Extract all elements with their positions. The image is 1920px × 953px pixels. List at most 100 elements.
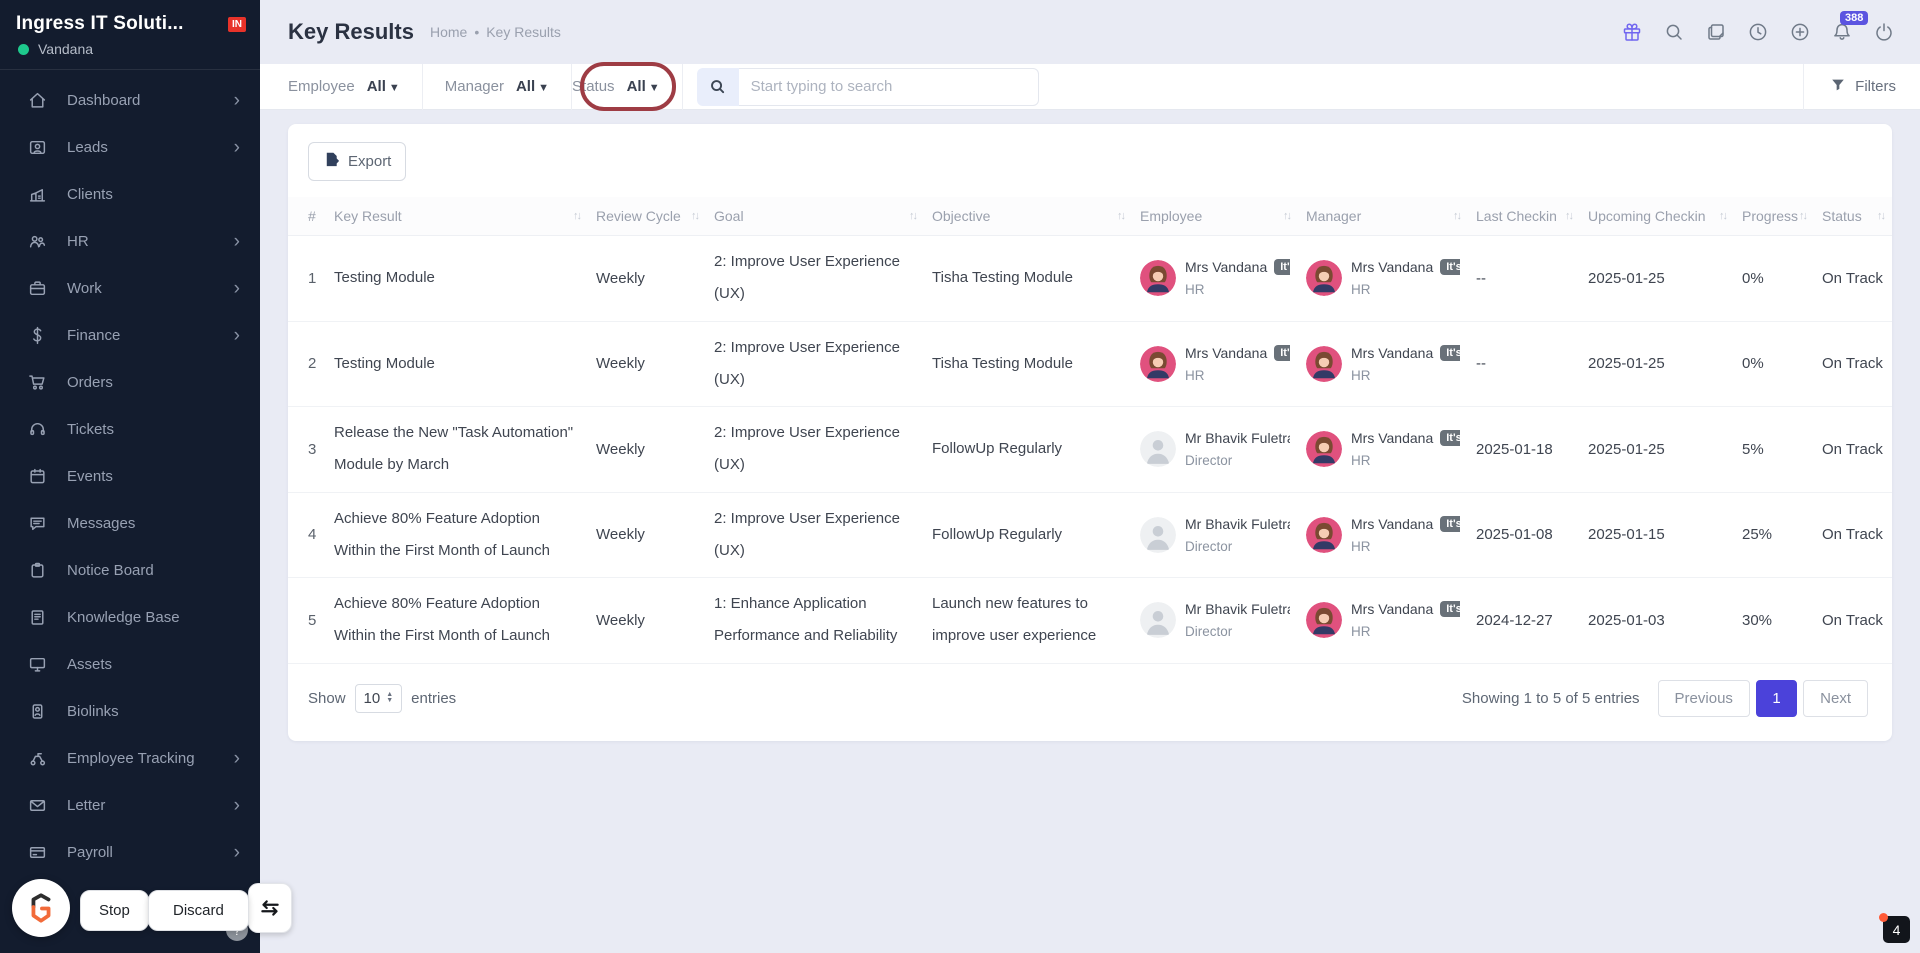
funnel-icon xyxy=(1830,77,1846,97)
clock-icon[interactable] xyxy=(1746,20,1770,44)
sidebar-item-knowledge-base[interactable]: Knowledge Base xyxy=(0,594,260,641)
sidebar-item-biolinks[interactable]: Biolinks xyxy=(0,688,260,735)
sort-icon[interactable]: ↑↓ xyxy=(909,210,916,222)
last-checkin-cell: 2025-01-08 xyxy=(1468,492,1580,578)
table-row[interactable]: 5 Achieve 80% Feature Adoption Within th… xyxy=(288,578,1892,664)
objective-cell: Tisha Testing Module xyxy=(924,236,1132,322)
employee-cell: Mrs VandanaIt's youHR xyxy=(1132,321,1298,407)
goal-cell: 2: Improve User Experience (UX) xyxy=(706,492,924,578)
employee-cell: Mr Bhavik FuletraDirector xyxy=(1132,407,1298,493)
search-bar xyxy=(697,68,1039,106)
col-progress: Progress↑↓ xyxy=(1734,197,1814,236)
sidebar-item-events[interactable]: Events xyxy=(0,453,260,500)
sort-icon[interactable]: ↑↓ xyxy=(1453,210,1460,222)
caret-down-icon: ▼ xyxy=(538,82,549,94)
table-row[interactable]: 3 Release the New "Task Automation" Modu… xyxy=(288,407,1892,493)
manager-cell: Mrs VandanaIt's youHR xyxy=(1298,492,1468,578)
page-size-select[interactable]: 10 ▲▼ xyxy=(355,684,403,713)
power-icon[interactable] xyxy=(1872,20,1896,44)
chevron-right-icon: › xyxy=(234,843,240,862)
sort-icon[interactable]: ↑↓ xyxy=(1877,210,1884,222)
sidebar-item-finance[interactable]: Finance › xyxy=(0,312,260,359)
sort-icon[interactable]: ↑↓ xyxy=(1799,210,1806,222)
next-page-button[interactable]: Next xyxy=(1803,680,1868,717)
person-role: HR xyxy=(1351,282,1460,297)
sidebar-item-messages[interactable]: Messages xyxy=(0,500,260,547)
objective-cell: Tisha Testing Module xyxy=(924,321,1132,407)
employee-filter-dropdown[interactable]: All▼ xyxy=(367,78,400,95)
sort-icon[interactable]: ↑↓ xyxy=(573,210,580,222)
sidebar-item-label: Notice Board xyxy=(67,562,154,579)
col-review-cycle: Review Cycle↑↓ xyxy=(588,197,706,236)
col-upcoming-checkin: Upcoming Checkin↑↓ xyxy=(1580,197,1734,236)
sidebar-item-letter[interactable]: Letter › xyxy=(0,782,260,829)
events-icon xyxy=(27,467,47,487)
key-results-table: # Key Result↑↓ Review Cycle↑↓ Goal↑↓ Obj… xyxy=(288,197,1892,664)
chevron-right-icon: › xyxy=(234,138,240,157)
sidebar-item-orders[interactable]: Orders xyxy=(0,359,260,406)
corner-count-badge[interactable]: 4 xyxy=(1883,916,1910,943)
sidebar-item-tickets[interactable]: Tickets xyxy=(0,406,260,453)
sort-icon[interactable]: ↑↓ xyxy=(1117,210,1124,222)
add-icon[interactable] xyxy=(1788,20,1812,44)
user-name: Vandana xyxy=(38,41,93,57)
page-title: Key Results xyxy=(288,19,414,45)
its-you-badge: It's you xyxy=(1274,345,1290,361)
gift-icon[interactable] xyxy=(1620,20,1644,44)
search-input[interactable] xyxy=(739,68,1039,106)
person-role: HR xyxy=(1351,539,1460,554)
manager-filter-dropdown[interactable]: All▼ xyxy=(516,78,549,95)
notes-icon[interactable] xyxy=(1704,20,1728,44)
recorder-logo[interactable] xyxy=(12,879,70,937)
sidebar-item-hr[interactable]: HR › xyxy=(0,218,260,265)
breadcrumb-home[interactable]: Home xyxy=(430,24,467,40)
objective-cell: FollowUp Regularly xyxy=(924,492,1132,578)
sort-icon[interactable]: ↑↓ xyxy=(1565,210,1572,222)
sort-icon[interactable]: ↑↓ xyxy=(1719,210,1726,222)
employee-cell: Mr Bhavik FuletraDirector xyxy=(1132,578,1298,664)
page-1-button[interactable]: 1 xyxy=(1756,680,1796,717)
breadcrumb: Home • Key Results xyxy=(430,24,561,40)
previous-page-button[interactable]: Previous xyxy=(1658,680,1750,717)
employee-cell: Mrs VandanaIt's youHR xyxy=(1132,236,1298,322)
table-row[interactable]: 4 Achieve 80% Feature Adoption Within th… xyxy=(288,492,1892,578)
last-checkin-cell: -- xyxy=(1468,321,1580,407)
discard-button[interactable]: Discard xyxy=(148,890,249,931)
goal-cell: 2: Improve User Experience (UX) xyxy=(706,321,924,407)
sidebar-item-work[interactable]: Work › xyxy=(0,265,260,312)
upcoming-checkin-cell: 2025-01-25 xyxy=(1580,236,1734,322)
table-row[interactable]: 2 Testing Module Weekly 2: Improve User … xyxy=(288,321,1892,407)
sidebar-item-assets[interactable]: Assets xyxy=(0,641,260,688)
person-name: Mr Bhavik Fuletra xyxy=(1185,516,1290,532)
sidebar-item-leads[interactable]: Leads › xyxy=(0,124,260,171)
sidebar-item-employee-tracking[interactable]: Employee Tracking › xyxy=(0,735,260,782)
sidebar-item-label: Leads xyxy=(67,139,108,156)
brand-logo: IN xyxy=(228,17,246,32)
divider xyxy=(682,64,683,110)
sort-icon[interactable]: ↑↓ xyxy=(691,210,698,222)
payroll-icon xyxy=(27,843,47,863)
search-icon[interactable] xyxy=(1662,20,1686,44)
sidebar-item-dashboard[interactable]: Dashboard › xyxy=(0,77,260,124)
orders-icon xyxy=(27,373,47,393)
female-avatar xyxy=(1306,260,1342,296)
stop-button[interactable]: Stop xyxy=(80,890,149,931)
pagination-summary: Showing 1 to 5 of 5 entries xyxy=(1462,690,1640,707)
its-you-badge: It's you xyxy=(1274,259,1290,275)
status-filter-dropdown[interactable]: All▼ xyxy=(627,78,660,95)
sort-icon[interactable]: ↑↓ xyxy=(1283,210,1290,222)
search-icon xyxy=(697,68,739,106)
person-name: Mr Bhavik Fuletra xyxy=(1185,601,1290,617)
show-label: Show xyxy=(308,690,346,707)
sidebar-item-clients[interactable]: Clients xyxy=(0,171,260,218)
sidebar-item-notice-board[interactable]: Notice Board xyxy=(0,547,260,594)
swap-button[interactable] xyxy=(248,883,292,933)
sidebar-item-payroll[interactable]: Payroll › xyxy=(0,829,260,876)
row-number: 3 xyxy=(288,407,326,493)
table-row[interactable]: 1 Testing Module Weekly 2: Improve User … xyxy=(288,236,1892,322)
export-button[interactable]: Export xyxy=(308,142,406,181)
hr-icon xyxy=(27,232,47,252)
bell-icon[interactable]: 388 xyxy=(1830,20,1854,44)
letter-icon xyxy=(27,796,47,816)
filters-button[interactable]: Filters xyxy=(1803,64,1896,110)
